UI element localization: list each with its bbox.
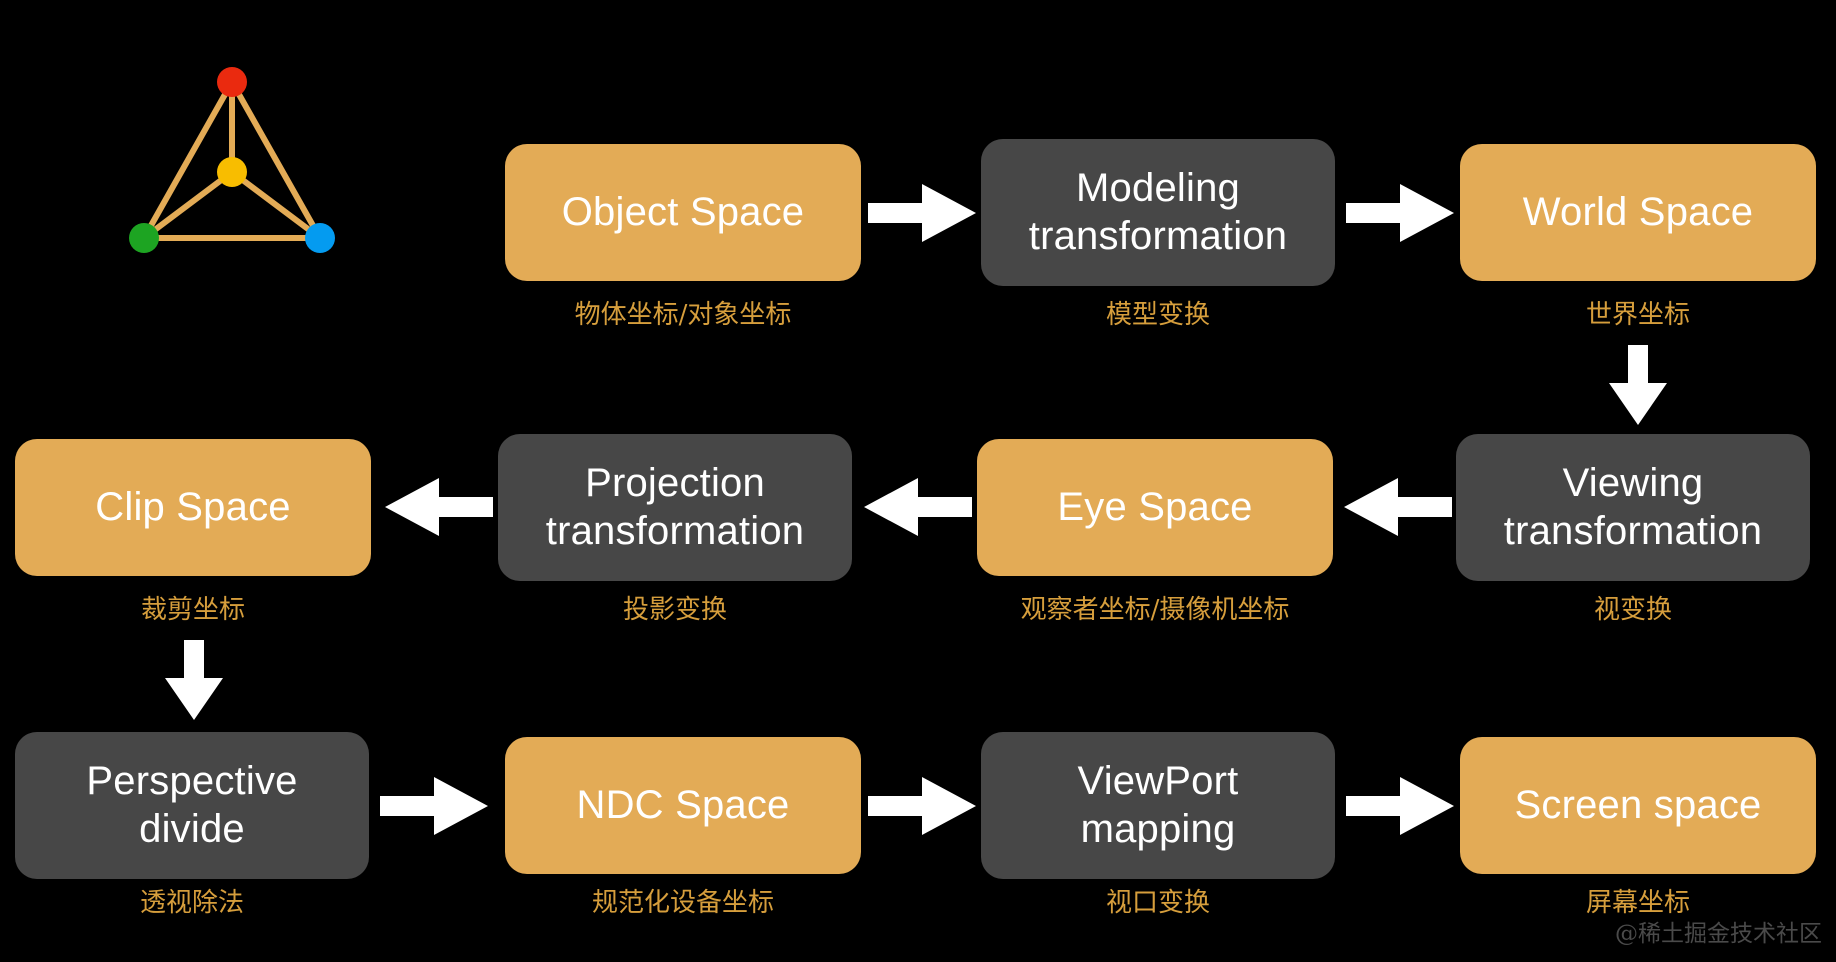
- caption-object-space: 物体坐标/对象坐标: [574, 300, 792, 330]
- arrow-clip-space-to-perspective-divide: [165, 640, 223, 720]
- node-object-space[interactable]: Object Space: [505, 144, 861, 281]
- node-screen-space-label: Screen space: [1514, 782, 1762, 827]
- node-viewport-mapping-label: ViewPort mapping: [1077, 759, 1239, 851]
- node-screen-space[interactable]: Screen space: [1460, 737, 1816, 874]
- tetrahedron-logo: [120, 50, 380, 280]
- arrow-projection-transformation-to-clip-space: [385, 478, 493, 536]
- node-viewport-mapping[interactable]: ViewPort mapping: [981, 732, 1335, 879]
- caption-viewing-transformation: 视变换: [1593, 595, 1672, 625]
- caption-ndc-space: 规范化设备坐标: [591, 888, 774, 918]
- caption-world-space: 世界坐标: [1585, 300, 1690, 330]
- node-perspective-divide-label: Perspective divide: [86, 759, 298, 851]
- caption-clip-space: 裁剪坐标: [140, 595, 245, 625]
- vertex-left-icon: [129, 223, 159, 253]
- arrow-object-space-to-modeling-transformation: [868, 184, 976, 242]
- node-clip-space-label: Clip Space: [95, 484, 291, 529]
- watermark: @稀土掘金技术社区: [1615, 921, 1822, 947]
- node-viewing-transformation-label: Viewing transformation: [1503, 461, 1763, 553]
- node-world-space-label: World Space: [1522, 189, 1754, 234]
- node-eye-space-label: Eye Space: [1057, 484, 1253, 529]
- arrow-modeling-transformation-to-world-space: [1346, 184, 1454, 242]
- node-modeling-transformation[interactable]: Modeling transformation: [981, 139, 1335, 286]
- node-world-space[interactable]: World Space: [1460, 144, 1816, 281]
- vertex-center-icon: [217, 157, 247, 187]
- arrow-ndc-space-to-viewport-mapping: [868, 777, 976, 835]
- node-projection-transformation[interactable]: Projection transformation: [498, 434, 852, 581]
- node-eye-space[interactable]: Eye Space: [977, 439, 1333, 576]
- node-viewing-transformation[interactable]: Viewing transformation: [1456, 434, 1810, 581]
- caption-projection-transformation: 投影变换: [622, 595, 727, 625]
- arrow-viewing-transformation-to-eye-space: [1344, 478, 1452, 536]
- vertex-right-icon: [305, 223, 335, 253]
- diagram-canvas: Object Space 物体坐标/对象坐标 Modeling transfor…: [0, 0, 1836, 962]
- caption-modeling-transformation: 模型变换: [1105, 300, 1210, 330]
- node-clip-space[interactable]: Clip Space: [15, 439, 371, 576]
- caption-eye-space: 观察者坐标/摄像机坐标: [1020, 595, 1290, 625]
- node-ndc-space-label: NDC Space: [576, 782, 790, 827]
- node-projection-transformation-label: Projection transformation: [545, 461, 805, 553]
- node-ndc-space[interactable]: NDC Space: [505, 737, 861, 874]
- arrow-eye-space-to-projection-transformation: [864, 478, 972, 536]
- caption-perspective-divide: 透视除法: [139, 888, 244, 918]
- node-modeling-transformation-label: Modeling transformation: [1028, 166, 1288, 258]
- node-perspective-divide[interactable]: Perspective divide: [15, 732, 369, 879]
- arrow-viewport-mapping-to-screen-space: [1346, 777, 1454, 835]
- tetrahedron-svg: [129, 67, 335, 253]
- node-object-space-label: Object Space: [561, 189, 805, 234]
- arrow-perspective-divide-to-ndc-space: [380, 777, 488, 835]
- vertex-top-icon: [217, 67, 247, 97]
- arrow-world-space-to-viewing-transformation: [1609, 345, 1667, 425]
- caption-viewport-mapping: 视口变换: [1105, 888, 1210, 918]
